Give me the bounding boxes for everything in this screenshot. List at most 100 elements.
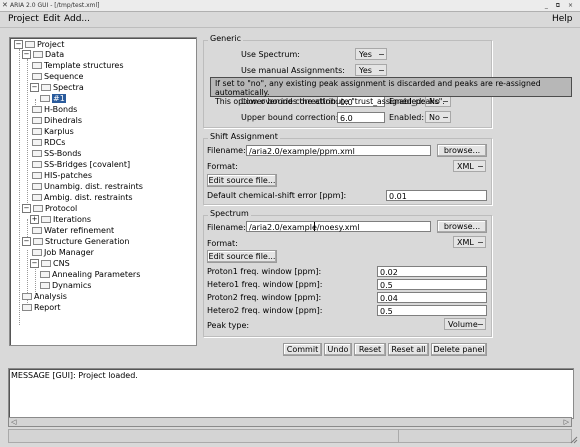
scroll-left-icon[interactable]: ◁	[11, 418, 16, 426]
title-bar: ✕ ARIA 2.0 GUI - [/tmp/test.xml] _ ⧉ ×	[0, 0, 580, 12]
generic-title: Generic	[208, 34, 244, 43]
window-controls[interactable]: _ ⧉ ×	[545, 0, 576, 11]
shift-error-label: Default chemical-shift error [ppm]:	[207, 191, 347, 200]
tooltip-line-2: This option overrides the attribute "tru…	[215, 97, 445, 106]
tree-item-annealing-parameters[interactable]: Annealing Parameters	[40, 270, 140, 280]
spectrum-title: Spectrum	[208, 209, 251, 218]
spectrum-format-select[interactable]: XML	[453, 236, 486, 248]
use-manual-select[interactable]: Yes	[355, 64, 387, 76]
menu-project[interactable]: Project	[8, 14, 39, 24]
reset-button[interactable]: Reset	[354, 343, 386, 356]
folder-icon	[40, 282, 50, 289]
menu-help[interactable]: Help	[552, 14, 573, 24]
tree-item-sequence[interactable]: Sequence	[32, 72, 83, 82]
tree-item-iterations[interactable]: + Iterations	[30, 215, 91, 225]
folder-icon	[22, 304, 32, 311]
tree-item-report[interactable]: Report	[22, 303, 61, 313]
folder-icon	[33, 238, 43, 245]
folder-icon	[32, 62, 42, 69]
tree-item-protocol[interactable]: − Protocol	[22, 204, 77, 214]
use-spectrum-label: Use Spectrum:	[241, 50, 300, 59]
menu-add[interactable]: Add...	[64, 14, 90, 24]
folder-icon	[32, 117, 42, 124]
tree-item-data[interactable]: − Data	[22, 50, 64, 60]
spectrum-edit-source-button[interactable]: Edit source file...	[207, 250, 277, 263]
folder-icon	[40, 95, 50, 102]
folder-icon	[40, 271, 50, 278]
collapse-icon[interactable]: −	[14, 40, 23, 49]
shift-assignment-title: Shift Assignment	[208, 132, 280, 141]
tree-item-karplus[interactable]: Karplus	[32, 127, 74, 137]
shift-format-select[interactable]: XML	[453, 160, 486, 172]
status-bar-right	[398, 429, 572, 443]
tree-item-ss-bonds[interactable]: SS-Bonds	[32, 149, 81, 159]
collapse-icon[interactable]: −	[30, 83, 39, 92]
tree-item-his-patches[interactable]: HIS-patches	[32, 171, 92, 181]
shift-format-label: Format:	[207, 162, 238, 171]
tree-item-unambig-restraints[interactable]: Unambig. dist. restraints	[32, 182, 143, 192]
folder-icon	[41, 260, 51, 267]
spectrum-filename-input[interactable]: /aria2.0/example/noesy.xml	[246, 221, 431, 232]
hetero2-input[interactable]: 0.5	[377, 305, 487, 316]
hetero2-label: Hetero2 freq. window [ppm]:	[207, 306, 323, 315]
tree-item-dihedrals[interactable]: Dihedrals	[32, 116, 82, 126]
shift-filename-input[interactable]: /aria2.0/example/ppm.xml	[246, 145, 431, 156]
tree-item-dynamics[interactable]: Dynamics	[40, 281, 91, 291]
use-spectrum-select[interactable]: Yes	[355, 48, 387, 60]
tooltip-line-1: If set to "no", any existing peak assign…	[215, 79, 541, 97]
hetero1-input[interactable]: 0.5	[377, 279, 487, 290]
proton1-label: Proton1 freq. window [ppm]:	[207, 267, 322, 276]
tree-item-ambig-restraints[interactable]: Ambig. dist. restraints	[32, 193, 133, 203]
tree-item-ss-bridges[interactable]: SS-Bridges [covalent]	[32, 160, 130, 170]
tree-item-hbonds[interactable]: H-Bonds	[32, 105, 77, 115]
upper-enabled-label: Enabled:	[389, 113, 425, 122]
shift-edit-source-button[interactable]: Edit source file...	[207, 174, 277, 187]
tree-item-structure-generation[interactable]: − Structure Generation	[22, 237, 129, 247]
resize-grip-icon[interactable]	[570, 436, 578, 444]
tree-item-template-structures[interactable]: Template structures	[32, 61, 124, 71]
collapse-icon[interactable]: −	[30, 259, 39, 268]
tree-item-rdcs[interactable]: RDCs	[32, 138, 65, 148]
spectrum-filename-label: Filename:	[207, 223, 246, 232]
folder-icon	[32, 106, 42, 113]
upper-enabled-select[interactable]: No	[425, 111, 451, 123]
folder-icon	[32, 194, 42, 201]
upper-bound-input[interactable]: 6.0	[337, 112, 385, 123]
app-icon: ✕	[2, 1, 8, 9]
shift-browse-button[interactable]: browse...	[437, 144, 487, 157]
folder-icon	[32, 161, 42, 168]
commit-button[interactable]: Commit	[283, 343, 322, 356]
undo-button[interactable]: Undo	[324, 343, 352, 356]
tree-item-project[interactable]: − Project	[14, 40, 64, 50]
tree-item-spectra[interactable]: − Spectra	[30, 83, 84, 93]
tree-item-spectrum-1[interactable]: #1	[40, 94, 66, 104]
expand-icon[interactable]: +	[30, 215, 39, 224]
tree-item-job-manager[interactable]: Job Manager	[32, 248, 94, 258]
folder-icon	[33, 51, 43, 58]
peak-type-select[interactable]: Volume	[444, 318, 486, 330]
message-log[interactable]: MESSAGE [GUI]: Project loaded.	[8, 368, 574, 419]
scroll-right-icon[interactable]: ▷	[564, 418, 569, 426]
folder-icon	[32, 172, 42, 179]
tree-item-cns[interactable]: − CNS	[30, 259, 70, 269]
tree-item-analysis[interactable]: Analysis	[22, 292, 67, 302]
reset-all-button[interactable]: Reset all	[388, 343, 429, 356]
spectrum-browse-button[interactable]: browse...	[437, 220, 487, 233]
project-tree[interactable]: − Project − Data Template structures Seque…	[9, 37, 197, 346]
collapse-icon[interactable]: −	[22, 50, 31, 59]
use-manual-label: Use manual Assignments:	[241, 66, 345, 75]
folder-icon	[32, 128, 42, 135]
spectrum-format-label: Format:	[207, 239, 238, 248]
message-text: MESSAGE [GUI]: Project loaded.	[11, 371, 138, 380]
horizontal-scrollbar[interactable]: ◁ ▷	[8, 417, 572, 427]
folder-icon	[41, 216, 51, 223]
collapse-icon[interactable]: −	[22, 237, 31, 246]
collapse-icon[interactable]: −	[22, 204, 31, 213]
delete-panel-button[interactable]: Delete panel	[431, 343, 487, 356]
menu-edit[interactable]: Edit	[43, 14, 60, 24]
peak-type-label: Peak type:	[207, 321, 250, 330]
proton2-input[interactable]: 0.04	[377, 292, 487, 303]
tree-item-water-refinement[interactable]: Water refinement	[32, 226, 114, 236]
proton1-input[interactable]: 0.02	[377, 266, 487, 277]
shift-error-input[interactable]: 0.01	[386, 190, 487, 201]
